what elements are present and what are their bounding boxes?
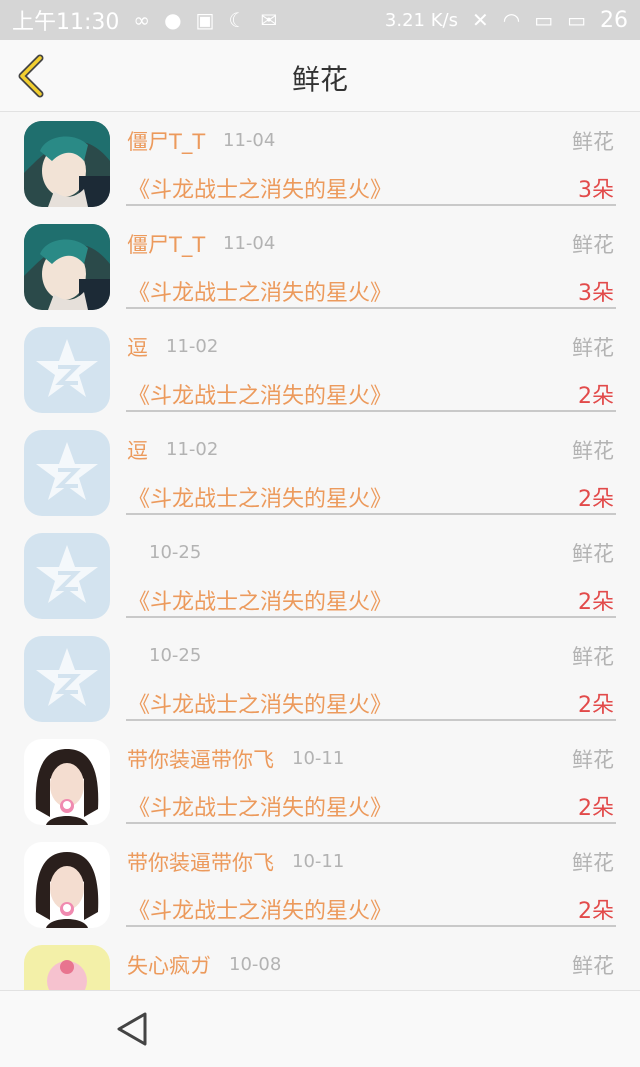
gift-date: 10-11 <box>292 851 345 872</box>
book-title[interactable]: 《斗龙战士之消失的星火》 <box>128 893 392 925</box>
anime-avatar-image <box>24 121 110 207</box>
book-title[interactable]: 《斗龙战士之消失的星火》 <box>128 584 392 616</box>
book-title[interactable]: 《斗龙战士之消失的星火》 <box>128 378 392 410</box>
list-item[interactable]: 失心疯ガ 10-08 鲜花 <box>0 936 640 990</box>
list-item[interactable]: 僵尸T_T 11-04 鲜花《斗龙战士之消失的星火》 3朵 <box>0 215 640 318</box>
avatar[interactable] <box>24 945 110 990</box>
list-item[interactable]: 带你装逼带你飞 10-11 鲜花《斗龙战士之消失的星火》 2朵 <box>0 730 640 833</box>
gift-type: 鲜花 <box>572 542 614 566</box>
gift-type: 鲜花 <box>572 954 614 978</box>
chat-icon: ● <box>164 8 182 32</box>
battery-level: 26 <box>600 7 628 33</box>
wifi-icon: ◠ <box>502 8 521 32</box>
status-bar: 上午11:30 ∞ ● ▣ ☾ ✉ 3.21 K/s ✕ ◠ ▭ ▭ 26 <box>0 0 640 40</box>
system-nav-bar <box>0 990 640 1067</box>
anime-avatar-image <box>24 224 110 310</box>
gift-date: 11-04 <box>223 130 276 151</box>
avatar[interactable] <box>24 739 110 825</box>
username[interactable]: 逗 <box>127 435 148 465</box>
girl-avatar-image <box>24 739 110 825</box>
row-divider <box>126 204 616 206</box>
triangle-back-icon <box>117 1012 147 1046</box>
network-speed: 3.21 K/s <box>384 9 458 31</box>
status-time: 上午11:30 <box>12 10 120 35</box>
flower-count: 2朵 <box>578 590 614 615</box>
book-title[interactable]: 《斗龙战士之消失的星火》 <box>128 687 392 719</box>
header: 鲜花 <box>0 40 640 112</box>
row-divider <box>126 513 616 515</box>
row-divider <box>126 822 616 824</box>
row-divider <box>126 719 616 721</box>
row-divider <box>126 410 616 412</box>
flower-count: 3朵 <box>578 281 614 306</box>
girl-avatar-image <box>24 842 110 928</box>
gift-date: 11-02 <box>166 336 219 357</box>
gift-type: 鲜花 <box>572 439 614 463</box>
username[interactable]: 僵尸T_T <box>127 126 205 156</box>
infinity-icon: ∞ <box>133 8 151 32</box>
gift-type: 鲜花 <box>572 130 614 154</box>
username[interactable]: 僵尸T_T <box>127 229 205 259</box>
avatar[interactable] <box>24 533 110 619</box>
flower-count: 2朵 <box>578 796 614 821</box>
gift-date: 10-25 <box>149 645 202 666</box>
star-avatar-image <box>24 327 110 413</box>
gift-type: 鲜花 <box>572 233 614 257</box>
book-title[interactable]: 《斗龙战士之消失的星火》 <box>128 275 392 307</box>
avatar[interactable] <box>24 636 110 722</box>
list-item[interactable]: 10-25 鲜花《斗龙战士之消失的星火》 2朵 <box>0 524 640 627</box>
book-title[interactable]: 《斗龙战士之消失的星火》 <box>128 172 392 204</box>
username[interactable]: 带你装逼带你飞 <box>127 744 274 774</box>
row-divider <box>126 307 616 309</box>
list-item[interactable]: 带你装逼带你飞 10-11 鲜花《斗龙战士之消失的星火》 2朵 <box>0 833 640 936</box>
flower-list: 僵尸T_T 11-04 鲜花 《斗龙战士之消失的星火》 3朵 僵尸T_T 11-04 鲜花 《斗… <box>0 112 640 990</box>
gift-type: 鲜花 <box>572 748 614 772</box>
flower-count: 2朵 <box>578 487 614 512</box>
moon-icon: ☾ <box>228 8 247 32</box>
sim-icon: ▭ <box>534 8 554 32</box>
flower-count: 2朵 <box>578 384 614 409</box>
avatar[interactable] <box>24 224 110 310</box>
list-item[interactable]: 僵尸T_T 11-04 鲜花《斗龙战士之消失的星火》 3朵 <box>0 112 640 215</box>
gift-date: 11-04 <box>223 233 276 254</box>
username[interactable]: 逗 <box>127 332 148 362</box>
book-title[interactable]: 《斗龙战士之消失的星火》 <box>128 790 392 822</box>
username[interactable]: 带你装逼带你飞 <box>127 847 274 877</box>
nav-back-button[interactable] <box>112 1009 152 1049</box>
avatar[interactable] <box>24 842 110 928</box>
flower-count: 2朵 <box>578 899 614 924</box>
cupcake-avatar-image <box>24 945 110 990</box>
gift-date: 10-25 <box>149 542 202 563</box>
gift-type: 鲜花 <box>572 336 614 360</box>
star-avatar-image <box>24 636 110 722</box>
gift-date: 11-02 <box>166 439 219 460</box>
flower-count: 3朵 <box>578 178 614 203</box>
image-icon: ▣ <box>195 8 215 32</box>
avatar[interactable] <box>24 327 110 413</box>
list-item[interactable]: 10-25 鲜花《斗龙战士之消失的星火》 2朵 <box>0 627 640 730</box>
row-divider <box>126 616 616 618</box>
book-title[interactable]: 《斗龙战士之消失的星火》 <box>128 481 392 513</box>
row-divider <box>126 925 616 927</box>
star-avatar-image <box>24 533 110 619</box>
mail-icon: ✉ <box>260 8 278 32</box>
list-item[interactable]: 逗 11-02 鲜花《斗龙战士之消失的星火》 2朵 <box>0 318 640 421</box>
username[interactable]: 失心疯ガ <box>127 950 211 980</box>
avatar[interactable] <box>24 121 110 207</box>
flower-count: 2朵 <box>578 693 614 718</box>
gift-type: 鲜花 <box>572 851 614 875</box>
avatar[interactable] <box>24 430 110 516</box>
mute-icon: ✕ <box>471 8 489 32</box>
star-avatar-image <box>24 430 110 516</box>
gift-date: 10-08 <box>229 954 282 975</box>
gift-date: 10-11 <box>292 748 345 769</box>
gift-type: 鲜花 <box>572 645 614 669</box>
list-item[interactable]: 逗 11-02 鲜花《斗龙战士之消失的星火》 2朵 <box>0 421 640 524</box>
page-title: 鲜花 <box>291 63 348 96</box>
battery-icon: ▭ <box>567 8 586 32</box>
